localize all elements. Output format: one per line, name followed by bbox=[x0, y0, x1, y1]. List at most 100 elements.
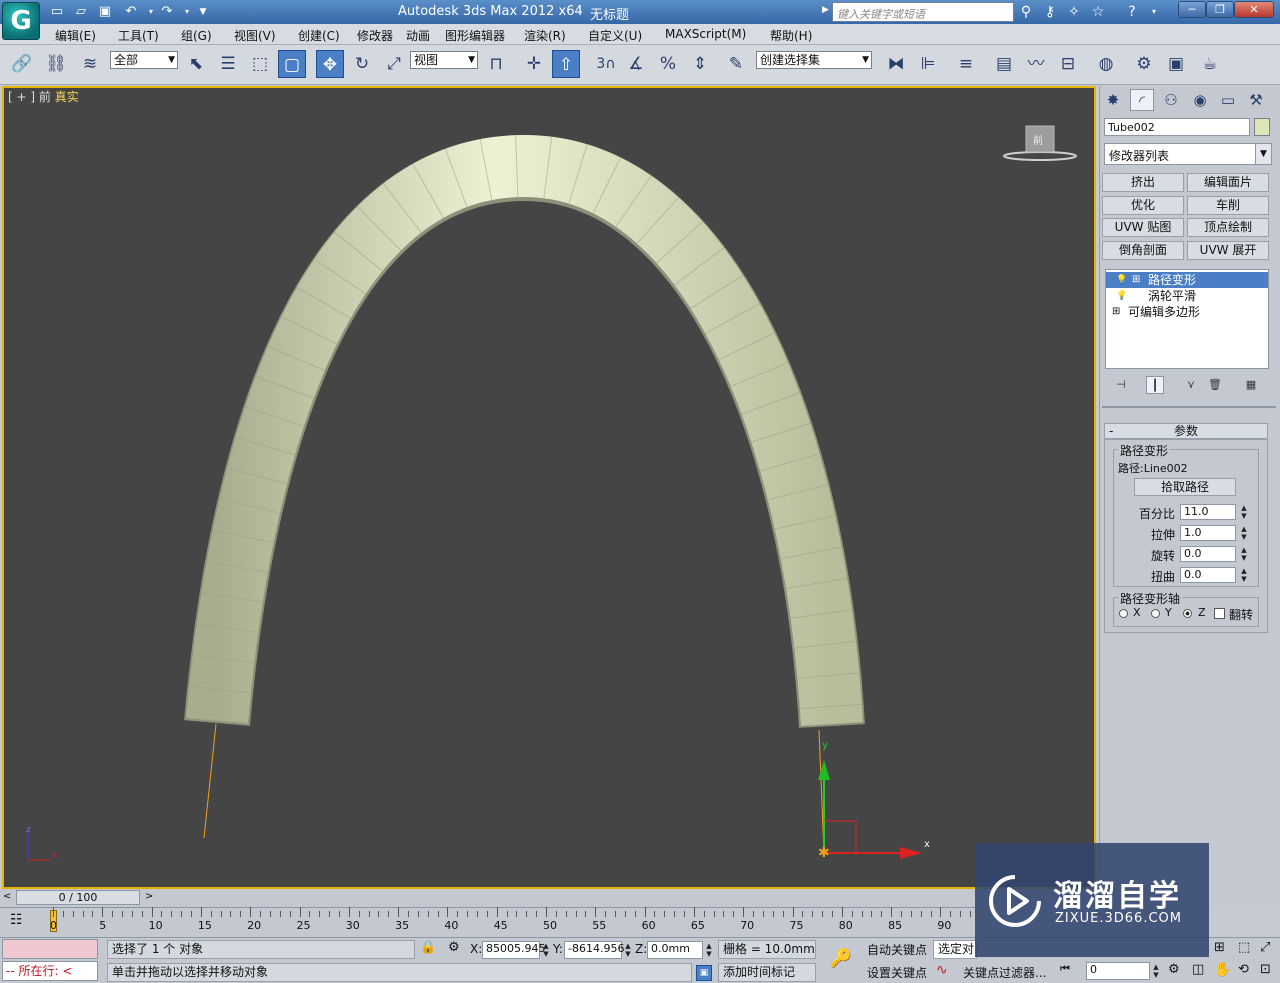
align-icon[interactable]: ⊫ bbox=[914, 50, 942, 78]
time-prev-arrow[interactable]: < bbox=[3, 891, 11, 902]
search-input[interactable]: 键入关键字或短语 bbox=[832, 2, 1014, 22]
configure-sets-icon[interactable]: ▦ bbox=[1242, 376, 1260, 394]
stretch-spinner[interactable]: ▲ ▼ bbox=[1239, 525, 1249, 541]
rollout-collapse-icon[interactable]: - bbox=[1109, 424, 1113, 438]
maximize-toggle-icon[interactable]: ⊡ bbox=[1260, 962, 1271, 977]
render-teapot-icon[interactable]: ☕ bbox=[1196, 50, 1224, 78]
percent-input[interactable]: 11.0 bbox=[1180, 504, 1236, 520]
menu-rendering[interactable]: 渲染(R) bbox=[524, 27, 566, 44]
modifier-list-dropdown[interactable]: 修改器列表 ▼ bbox=[1104, 143, 1272, 165]
lightbulb-icon[interactable]: 💡 bbox=[1116, 272, 1127, 288]
create-tab-icon[interactable]: ✸ bbox=[1101, 89, 1125, 111]
menu-maxscript[interactable]: MAXScript(M) bbox=[665, 27, 746, 41]
binoculars-icon[interactable]: ⚲ bbox=[1016, 3, 1036, 21]
select-by-name-icon[interactable]: ☰ bbox=[214, 50, 242, 78]
menu-customize[interactable]: 自定义(U) bbox=[588, 27, 642, 44]
favorites-star-icon[interactable]: ☆ bbox=[1088, 3, 1108, 21]
set-key-icon[interactable]: 🔑 bbox=[826, 948, 856, 972]
bind-space-warp-icon[interactable]: ≋ bbox=[76, 50, 104, 78]
window-crossing-icon[interactable]: ▢ bbox=[278, 50, 306, 78]
remove-modifier-icon[interactable]: 🗑 bbox=[1206, 376, 1224, 394]
rendered-frame-icon[interactable]: ▣ bbox=[1162, 50, 1190, 78]
menu-group[interactable]: 组(G) bbox=[181, 27, 212, 44]
z-spinner[interactable]: ▲ ▼ bbox=[704, 942, 714, 958]
zoom-region-icon[interactable]: ⬚ bbox=[1238, 940, 1250, 955]
motion-tab-icon[interactable]: ◉ bbox=[1188, 89, 1212, 111]
hierarchy-tab-icon[interactable]: ⚇ bbox=[1159, 89, 1183, 111]
close-button[interactable]: ✕ bbox=[1234, 1, 1274, 18]
selected-set-dropdown[interactable]: 选定对 bbox=[933, 940, 977, 959]
named-selection-dropdown[interactable]: 创建选择集 ▼ bbox=[756, 51, 872, 69]
pan-view-icon[interactable]: ✋ bbox=[1214, 962, 1231, 978]
quick-access-more-icon[interactable]: ▼ bbox=[194, 3, 212, 21]
undo-icon[interactable]: ↶ bbox=[122, 3, 140, 21]
rectangular-selection-icon[interactable]: ⬚ bbox=[246, 50, 274, 78]
app-logo-button[interactable]: G bbox=[2, 2, 40, 40]
display-tab-icon[interactable]: ▭ bbox=[1216, 89, 1240, 111]
menu-create[interactable]: 创建(C) bbox=[298, 27, 340, 44]
axis-x-radio[interactable] bbox=[1119, 609, 1128, 618]
lightbulb-icon[interactable]: 💡 bbox=[1116, 288, 1127, 304]
minimize-button[interactable]: ─ bbox=[1178, 1, 1206, 18]
utilities-tab-icon[interactable]: ⚒ bbox=[1244, 89, 1268, 111]
extrude-button[interactable]: 挤出 bbox=[1102, 173, 1184, 192]
rotation-spinner[interactable]: ▲ ▼ bbox=[1239, 546, 1249, 562]
curve-editor-icon[interactable]: 〰 bbox=[1022, 50, 1050, 78]
uvw-map-button[interactable]: UVW 贴图 bbox=[1102, 218, 1184, 237]
search-expand-icon[interactable]: ▶ bbox=[822, 5, 829, 15]
modify-tab-icon[interactable]: ◜ bbox=[1130, 89, 1154, 111]
material-editor-icon[interactable]: ◍ bbox=[1092, 50, 1120, 78]
expand-plus-icon[interactable]: ⊞ bbox=[1112, 304, 1120, 320]
x-coordinate-input[interactable]: 85005.945 bbox=[482, 941, 546, 959]
edit-patch-button[interactable]: 编辑面片 bbox=[1187, 173, 1269, 192]
pin-stack-icon[interactable]: ⊣ bbox=[1112, 376, 1130, 394]
communication-center-icon[interactable]: ✧ bbox=[1064, 3, 1084, 21]
bevel-profile-button[interactable]: 倒角剖面 bbox=[1102, 241, 1184, 260]
frame-spinner[interactable]: ▲ ▼ bbox=[1151, 963, 1161, 979]
open-file-icon[interactable]: ▱ bbox=[72, 3, 90, 21]
parameters-rollout-header[interactable]: - 参数 bbox=[1104, 423, 1268, 439]
lock-selection-icon[interactable]: 🔒 bbox=[420, 940, 436, 955]
twist-input[interactable]: 0.0 bbox=[1180, 567, 1236, 583]
menu-edit[interactable]: 编辑(E) bbox=[55, 27, 96, 44]
y-coordinate-input[interactable]: -8614.956 bbox=[564, 941, 624, 959]
z-coordinate-input[interactable]: 0.0mm bbox=[647, 941, 703, 959]
render-setup-icon[interactable]: ⚙ bbox=[1130, 50, 1158, 78]
select-object-icon[interactable]: ⬉ bbox=[182, 50, 210, 78]
time-next-arrow[interactable]: > bbox=[145, 891, 153, 902]
make-unique-icon[interactable]: ⋎ bbox=[1182, 376, 1200, 394]
unwrap-uvw-button[interactable]: UVW 展开 bbox=[1187, 241, 1269, 260]
vertex-paint-button[interactable]: 顶点绘制 bbox=[1187, 218, 1269, 237]
angle-snap-icon[interactable]: ∡ bbox=[622, 50, 650, 78]
twist-spinner[interactable]: ▲ ▼ bbox=[1239, 567, 1249, 583]
optimize-button[interactable]: 优化 bbox=[1102, 196, 1184, 215]
field-of-view-icon[interactable]: ◫ bbox=[1192, 962, 1204, 977]
time-configuration-icon[interactable]: ⚙ bbox=[1168, 962, 1180, 977]
add-time-tag[interactable]: 添加时间标记 bbox=[718, 963, 816, 982]
spinner-snap-icon[interactable]: ⇕ bbox=[686, 50, 714, 78]
go-to-start-icon[interactable]: ⏮ bbox=[1060, 962, 1070, 976]
modifier-stack[interactable]: 💡 ⊞ 路径变形 💡 涡轮平滑 ⊞ 可编辑多边形 bbox=[1105, 269, 1269, 369]
location-field[interactable]: -- 所在行: < bbox=[2, 961, 98, 981]
selection-filter-dropdown[interactable]: 全部 ▼ bbox=[110, 51, 178, 69]
time-tag-icon[interactable]: ▣ bbox=[696, 965, 712, 981]
select-and-rotate-icon[interactable]: ↻ bbox=[348, 50, 376, 78]
graphite-toggle-icon[interactable]: ▤ bbox=[990, 50, 1018, 78]
pick-path-button[interactable]: 拾取路径 bbox=[1134, 478, 1236, 496]
zoom-extents-all-icon[interactable]: ⊞ bbox=[1214, 940, 1225, 955]
help-icon[interactable]: ? bbox=[1122, 3, 1142, 21]
stretch-input[interactable]: 1.0 bbox=[1180, 525, 1236, 541]
key-filters-button[interactable]: 关键点过滤器... bbox=[963, 964, 1046, 981]
menu-views[interactable]: 视图(V) bbox=[234, 27, 276, 44]
stack-item-editable-poly[interactable]: ⊞ 可编辑多边形 bbox=[1106, 304, 1268, 320]
absolute-mode-icon[interactable]: ⚙ bbox=[448, 940, 460, 955]
show-end-result-icon[interactable]: ┃ bbox=[1146, 376, 1164, 394]
new-file-icon[interactable]: ▭ bbox=[48, 3, 66, 21]
current-frame-input[interactable]: 0 bbox=[1086, 962, 1150, 980]
key-filter-curve-icon[interactable]: ∿ bbox=[936, 962, 948, 978]
subscription-key-icon[interactable]: ⚷ bbox=[1040, 3, 1060, 21]
menu-help[interactable]: 帮助(H) bbox=[770, 27, 812, 44]
axis-z-radio[interactable] bbox=[1183, 609, 1192, 618]
object-name-field[interactable]: Tube002 bbox=[1104, 118, 1250, 136]
keyboard-shortcut-override-icon[interactable]: ⇧ bbox=[552, 50, 580, 78]
